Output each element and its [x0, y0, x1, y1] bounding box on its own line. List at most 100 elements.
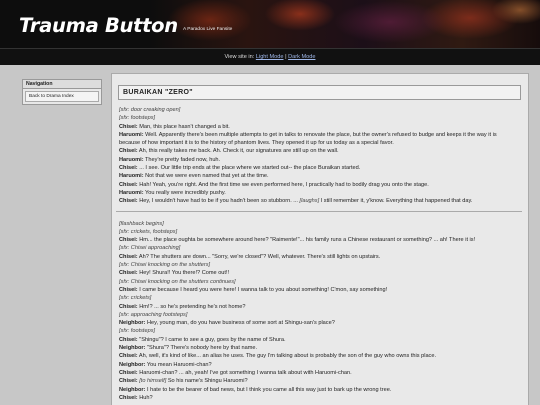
dialogue-text: ... I see. Our little trip ends at the p…: [137, 165, 361, 172]
dialogue-text: Huh?: [137, 394, 153, 401]
speaker-name: Chisei:: [119, 378, 138, 385]
stage-direction: [sfx: door creaking open]: [119, 107, 181, 113]
dialogue-text: They're pretty faded now, huh.: [143, 156, 221, 163]
dialogue-line: Haruomi: They're pretty faded now, huh.: [112, 156, 528, 164]
dialogue-line: Chisei: [to himself] So his name's Shing…: [112, 377, 528, 385]
dialogue-continuation: because of how important it is to the hi…: [119, 140, 394, 147]
speaker-name: Chisei:: [119, 353, 138, 360]
dialogue-line: Chisei: Ah, well, it's kind of like... a…: [112, 352, 528, 360]
speaker-name: Chisei:: [119, 286, 138, 293]
view-mode-bar: View site in: Light Mode | Dark Mode: [0, 48, 540, 65]
view-mode-label: View site in:: [224, 54, 255, 60]
dialogue-text: Ah, well, it's kind of like... an alias …: [137, 353, 437, 360]
dialogue-line: Haruomi: Well. Apparently there's been m…: [112, 131, 528, 139]
dialogue-line: Neighbor: "Shura"? There's nobody here b…: [112, 344, 528, 352]
dialogue-text: You really were incredibly pushy.: [143, 189, 226, 196]
dialogue-text: Hey, I wouldn't have had to be if you ha…: [137, 198, 300, 205]
header-banner-art: [150, 0, 540, 48]
inline-stage-direction: [to himself]: [139, 378, 167, 385]
dialogue-text: I came because I heard you were here! I …: [137, 286, 388, 293]
dialogue-line: Haruomi: Not that we were even named tha…: [112, 172, 528, 180]
speaker-name: Chisei:: [119, 237, 138, 244]
dark-mode-link[interactable]: Dark Mode: [288, 54, 315, 60]
navigation-panel: Navigation Back to Drama Index: [22, 79, 102, 105]
dialogue-text: Hm!? ... so he's pretending he's not hom…: [137, 303, 246, 310]
section-divider: [116, 210, 522, 212]
back-to-drama-index-link[interactable]: Back to Drama Index: [25, 91, 99, 102]
stage-direction: [sfx: crickets]: [119, 295, 152, 302]
dialogue-line: Chisei: Man, this place hasn't changed a…: [112, 123, 528, 131]
speaker-name: Chisei:: [119, 181, 138, 188]
dialogue-line: Chisei: Ah? The shutters are down... "So…: [112, 253, 528, 261]
dialogue-line: Chisei: Hey! Shura!! You there!? Come ou…: [112, 269, 528, 277]
speaker-name: Neighbor:: [119, 361, 146, 368]
script-section-1: [sfx: door creaking open] [sfx: footsteps…: [112, 106, 528, 206]
speaker-name: Chisei:: [119, 165, 138, 172]
stage-direction: [sfx: Chisei knocking on the shutters]: [119, 262, 211, 269]
speaker-name: Chisei:: [119, 148, 138, 155]
dialogue-line: Chisei: "Shingu"? I came to see a guy, g…: [112, 336, 528, 344]
dialogue-text: You mean Haruomi-chan?: [145, 361, 212, 368]
stage-direction: [sfx: crickets, footsteps]: [119, 228, 178, 235]
speaker-name: Neighbor:: [119, 386, 146, 393]
dialogue-text: "Shingu"? I came to see a guy, goes by t…: [137, 336, 286, 343]
stage-direction: [sfx: Chisei knocking on the shutters co…: [119, 278, 236, 285]
dialogue-line: Chisei: ... I see. Our little trip ends …: [112, 164, 528, 172]
dialogue-text: I still remember it, y'know. Everything …: [319, 198, 473, 205]
dialogue-line: Chisei: Hey, I wouldn't have had to be i…: [112, 197, 528, 205]
dialogue-line: Chisei: Hm!? ... so he's pretending he's…: [112, 303, 528, 311]
stage-direction: [flashback begins]: [119, 220, 164, 227]
speaker-name: Chisei:: [119, 198, 138, 205]
dialogue-text: Not that we were even named that yet at …: [143, 173, 269, 180]
stage-direction: [sfx: footsteps]: [119, 115, 156, 122]
speaker-name: Chisei:: [119, 303, 138, 310]
speaker-name: Haruomi:: [119, 156, 144, 163]
light-mode-link[interactable]: Light Mode: [256, 54, 284, 60]
dialogue-line: Chisei: I came because I heard you were …: [112, 286, 528, 294]
dialogue-line: Neighbor: I hate to be the bearer of bad…: [112, 386, 528, 394]
speaker-name: Chisei:: [119, 336, 138, 343]
dialogue-text: Hey! Shura!! You there!? Come out!!: [137, 270, 230, 277]
dialogue-line: Chisei: Huh?: [112, 394, 528, 402]
site-subtitle: A Paradox Live Fansite: [183, 27, 233, 32]
speaker-name: Chisei:: [119, 123, 138, 130]
dialogue-line: Neighbor: Hey, young man, do you have bu…: [112, 319, 528, 327]
dialogue-text: Man, this place hasn't changed a bit.: [137, 123, 230, 130]
dialogue-text: "Shura"? There's nobody here by that nam…: [145, 345, 258, 352]
dialogue-line: Chisei: Haruomi-chan? ... ah, yeah! I've…: [112, 369, 528, 377]
dialogue-text: I hate to be the bearer of bad news, but…: [145, 386, 392, 393]
speaker-name: Chisei:: [119, 369, 138, 376]
dialogue-line: Chisei: Ah, this really takes me back. A…: [112, 147, 528, 155]
inline-stage-direction: [laughs]: [299, 198, 320, 205]
dialogue-text: Ah, this really takes me back. Ah. Check…: [137, 148, 339, 155]
speaker-name: Neighbor:: [119, 345, 146, 352]
speaker-name: Chisei:: [119, 253, 138, 260]
navigation-heading: Navigation: [23, 80, 101, 89]
dialogue-line: Neighbor: You mean Haruomi-chan?: [112, 361, 528, 369]
speaker-name: Chisei:: [119, 270, 138, 277]
stage-direction: [sfx: approaching footsteps]: [119, 311, 188, 318]
dialogue-line: Chisei: Hm... the place oughta be somewh…: [112, 236, 528, 244]
stage-direction: [sfx: footsteps]: [119, 328, 156, 335]
stage-direction: [sfx: Chisei approaching]: [119, 245, 181, 252]
dialogue-line: Chisei: Hah! Yeah, you're right. And the…: [112, 181, 528, 189]
site-header: Trauma Button A Paradox Live Fansite: [0, 0, 540, 48]
site-title[interactable]: Trauma Button: [19, 14, 178, 37]
dialogue-text: Haruomi-chan? ... ah, yeah! I've got som…: [137, 369, 352, 376]
dialogue-text: Well. Apparently there's been multiple a…: [143, 131, 497, 138]
speaker-name: Haruomi:: [119, 131, 144, 138]
speaker-name: Chisei:: [119, 394, 138, 401]
main-content: BURAIKAN "ZERO" [sfx: door creaking open…: [111, 73, 529, 405]
dialogue-text: Ah? The shutters are down... "Sorry, we'…: [137, 253, 381, 260]
script-section-2: [flashback begins] [sfx: crickets, footst…: [112, 220, 528, 403]
page-title: BURAIKAN "ZERO": [118, 85, 521, 100]
view-mode-divider: |: [285, 54, 287, 60]
dialogue-text: Hah! Yeah, you're right. And the first t…: [137, 181, 429, 188]
speaker-name: Neighbor:: [119, 320, 146, 327]
dialogue-text: So his name's Shingu Haruomi?: [166, 378, 248, 385]
dialogue-text: Hm... the place oughta be somewhere arou…: [137, 237, 476, 244]
dialogue-line: Haruomi: You really were incredibly push…: [112, 189, 528, 197]
dialogue-text: Hey, young man, do you have business of …: [145, 320, 335, 327]
speaker-name: Haruomi:: [119, 189, 144, 196]
speaker-name: Haruomi:: [119, 173, 144, 180]
